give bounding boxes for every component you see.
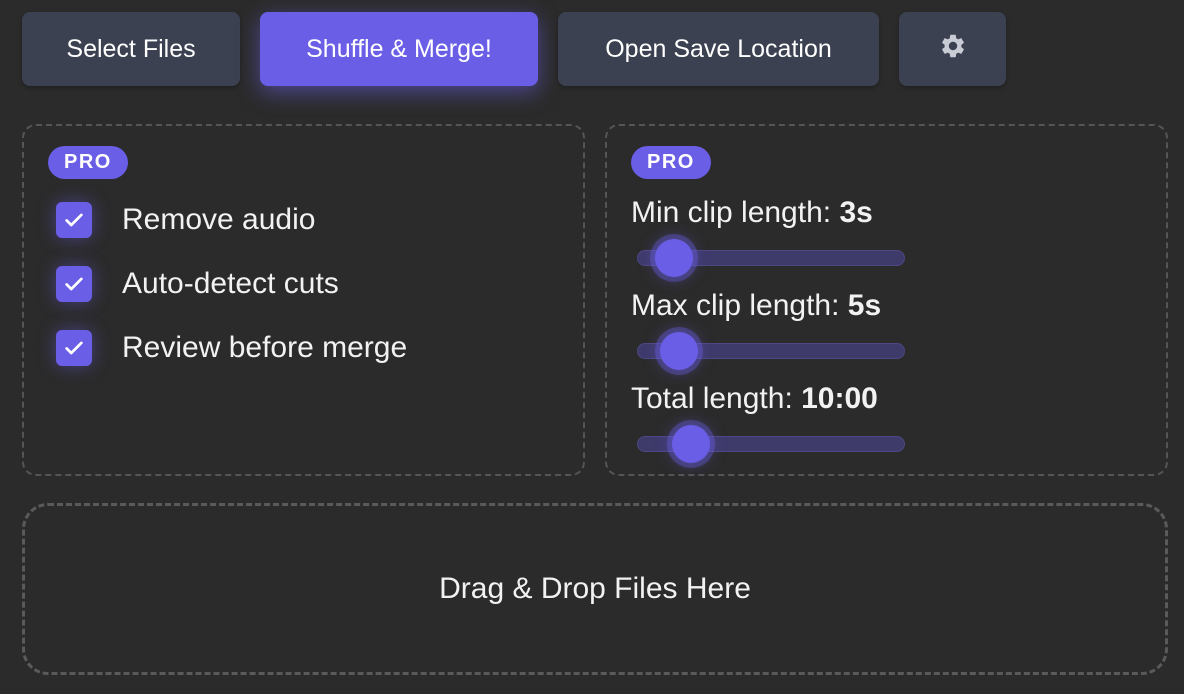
min-clip-length-value: 3s xyxy=(839,196,873,229)
review-before-merge-label: Review before merge xyxy=(122,331,408,364)
checkmark-icon xyxy=(65,341,83,355)
total-length-label: Total length: 10:00 xyxy=(631,382,878,416)
max-clip-length-label: Max clip length: 5s xyxy=(631,289,881,323)
min-clip-length-text: Min clip length: xyxy=(631,196,840,229)
file-drop-zone[interactable]: Drag & Drop Files Here xyxy=(22,503,1168,675)
total-length-slider[interactable] xyxy=(637,425,905,463)
pro-badge: PRO xyxy=(48,146,128,179)
max-clip-length-slider[interactable] xyxy=(637,332,905,370)
slider-thumb[interactable] xyxy=(655,239,694,277)
select-files-button[interactable]: Select Files xyxy=(22,12,240,86)
review-before-merge-checkbox[interactable] xyxy=(56,330,92,366)
max-clip-length-value: 5s xyxy=(847,289,882,322)
open-save-location-label: Open Save Location xyxy=(605,34,832,63)
select-files-label: Select Files xyxy=(66,34,196,63)
pro-badge: PRO xyxy=(631,146,711,179)
review-before-merge-option[interactable]: Review before merge xyxy=(56,328,407,368)
total-length-value: 10:00 xyxy=(801,382,878,415)
length-settings-panel: PRO Min clip length: 3s Max clip length:… xyxy=(605,124,1168,476)
slider-thumb[interactable] xyxy=(671,425,710,463)
auto-detect-cuts-option[interactable]: Auto-detect cuts xyxy=(56,264,339,304)
checkmark-icon xyxy=(65,213,83,227)
open-save-location-button[interactable]: Open Save Location xyxy=(558,12,879,86)
drop-zone-label: Drag & Drop Files Here xyxy=(439,572,751,605)
min-clip-length-slider[interactable] xyxy=(637,239,905,277)
shuffle-merge-button[interactable]: Shuffle & Merge! xyxy=(260,12,538,86)
remove-audio-option[interactable]: Remove audio xyxy=(56,200,315,240)
auto-detect-cuts-checkbox[interactable] xyxy=(56,266,92,302)
slider-thumb[interactable] xyxy=(660,332,698,370)
checkmark-icon xyxy=(65,277,83,291)
remove-audio-checkbox[interactable] xyxy=(56,202,92,238)
app-window: Select Files Shuffle & Merge! Open Save … xyxy=(0,0,1184,694)
total-length-text: Total length: xyxy=(631,382,802,415)
auto-detect-cuts-label: Auto-detect cuts xyxy=(122,267,339,300)
max-clip-length-text: Max clip length: xyxy=(631,289,848,322)
min-clip-length-label: Min clip length: 3s xyxy=(631,196,873,230)
gear-icon xyxy=(939,32,967,67)
settings-button[interactable] xyxy=(899,12,1006,86)
remove-audio-label: Remove audio xyxy=(122,203,316,236)
options-panel: PRO Remove audio Auto-detect cuts Review… xyxy=(22,124,585,476)
shuffle-merge-label: Shuffle & Merge! xyxy=(306,34,492,63)
